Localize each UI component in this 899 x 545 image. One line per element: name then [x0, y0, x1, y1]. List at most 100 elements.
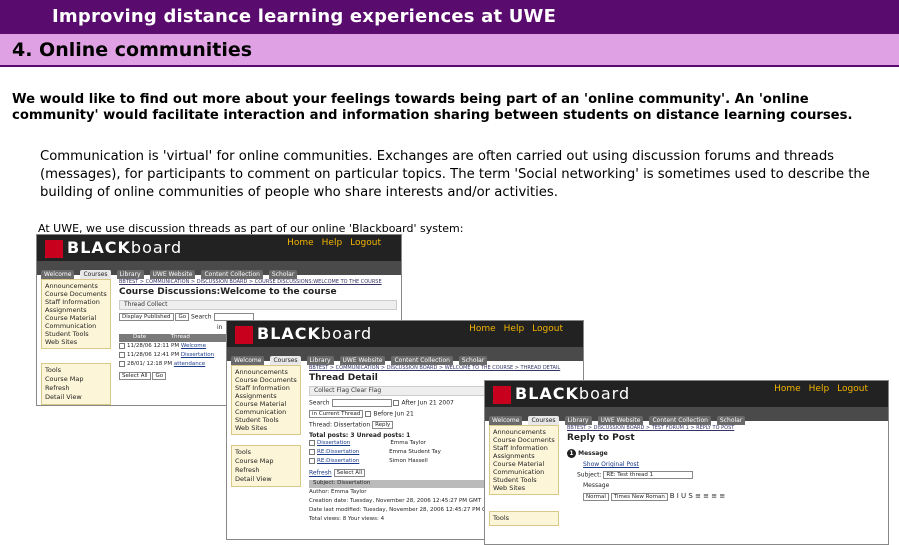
menu-course-documents[interactable]: Course Documents: [493, 436, 555, 444]
menu-announcements[interactable]: Announcements: [235, 368, 297, 376]
menu-announcements[interactable]: Announcements: [493, 428, 555, 436]
bb-main: BBTEST > DISCUSSION BOARD > TEST FORUM 1…: [567, 425, 884, 501]
tab-content-collection[interactable]: Content Collection: [649, 416, 711, 425]
course-map-link[interactable]: Course Map: [235, 457, 297, 466]
menu-student-tools[interactable]: Student Tools: [235, 416, 297, 424]
menu-course-material[interactable]: Course Material: [493, 460, 555, 468]
menu-course-material[interactable]: Course Material: [45, 314, 107, 322]
refresh-link[interactable]: Refresh: [45, 384, 107, 393]
menu-student-tools[interactable]: Student Tools: [45, 330, 107, 338]
menu-course-documents[interactable]: Course Documents: [45, 290, 107, 298]
tools-label: Tools: [493, 514, 510, 522]
go-button[interactable]: Go: [175, 313, 190, 321]
subject-row: Subject: RE: Test thread 1: [567, 471, 884, 479]
bb-header: BLACKboard Home Help Logout: [485, 381, 888, 407]
menu-assignments[interactable]: Assignments: [235, 392, 297, 400]
bb-course-menu: Announcements Course Documents Staff Inf…: [231, 365, 301, 435]
format-select[interactable]: Normal: [583, 492, 609, 501]
menu-communication[interactable]: Communication: [493, 468, 555, 476]
message-label: Message: [583, 482, 610, 489]
reply-button[interactable]: Reply: [372, 421, 394, 429]
tab-uwe-website[interactable]: UWE Website: [149, 270, 196, 279]
bb-tabs: Welcome Courses Library UWE Website Content …: [485, 407, 888, 425]
menu-staff-information[interactable]: Staff Information: [235, 384, 297, 392]
bb-logo: BLACKboard: [45, 238, 182, 258]
bb-header: BLACKboard Home Help Logout: [227, 321, 583, 347]
after-filter[interactable]: After Jun 21 2007: [401, 400, 453, 407]
bb-header-links: Home Help Logout: [469, 324, 563, 334]
bb-tools-menu: Tools: [489, 511, 559, 526]
show-original-link[interactable]: Show Original Post: [567, 461, 884, 468]
before-filter[interactable]: Before Jun 21: [373, 411, 413, 418]
tab-welcome[interactable]: Welcome: [231, 356, 265, 365]
bb-course-menu: Announcements Course Documents Staff Inf…: [41, 279, 111, 349]
tab-courses[interactable]: Courses: [270, 356, 301, 365]
refresh-link[interactable]: Refresh: [235, 466, 297, 475]
tab-uwe-website[interactable]: UWE Website: [339, 356, 386, 365]
breadcrumb[interactable]: BBTEST > DISCUSSION BOARD > TEST FORUM 1…: [567, 425, 884, 431]
bb-tools-menu: Tools Course Map Refresh Detail View: [41, 363, 111, 405]
breadcrumb[interactable]: BBTEST > COMMUNICATION > DISCUSSION BOAR…: [309, 365, 579, 371]
course-map-link[interactable]: Course Map: [45, 375, 107, 384]
banner-title: Improving distance learning experiences …: [52, 6, 557, 27]
editor-toolbar: Normal Times New Roman B I U S ≡ ≡ ≡ ≡: [567, 492, 884, 501]
menu-course-material[interactable]: Course Material: [235, 400, 297, 408]
banner: Improving distance learning experiences …: [0, 0, 899, 34]
page-title: Reply to Post: [567, 433, 635, 443]
search-label: Search: [191, 313, 212, 321]
bb-tabs: Welcome Courses Library UWE Website Content …: [37, 261, 401, 279]
bb-course-menu: Announcements Course Documents Staff Inf…: [489, 425, 559, 495]
go-button-2[interactable]: Go: [152, 372, 167, 380]
bb-header-links: Home Help Logout: [774, 384, 868, 394]
tab-uwe-website[interactable]: UWE Website: [597, 416, 644, 425]
menu-course-documents[interactable]: Course Documents: [235, 376, 297, 384]
menu-staff-information[interactable]: Staff Information: [493, 444, 555, 452]
blackboard-screenshot-3: BLACKboard Home Help Logout Welcome Courses…: [484, 380, 889, 545]
bb-logo: BLACKboard: [493, 384, 630, 404]
tab-welcome[interactable]: Welcome: [41, 270, 75, 279]
bb-tools-menu: Tools Course Map Refresh Detail View: [231, 445, 301, 487]
detail-view-link[interactable]: Detail View: [235, 475, 297, 484]
tab-content-collection[interactable]: Content Collection: [201, 270, 263, 279]
section-header: 4. Online communities: [0, 34, 899, 67]
tab-welcome[interactable]: Welcome: [489, 416, 523, 425]
bb-tabs: Welcome Courses Library UWE Website Content …: [227, 347, 583, 365]
menu-student-tools[interactable]: Student Tools: [493, 476, 555, 484]
tab-scholar[interactable]: Scholar: [268, 270, 298, 279]
tab-scholar[interactable]: Scholar: [458, 356, 488, 365]
menu-communication[interactable]: Communication: [235, 408, 297, 416]
menu-assignments[interactable]: Assignments: [45, 306, 107, 314]
tools-label: Tools: [235, 448, 252, 456]
tab-courses[interactable]: Courses: [528, 416, 559, 425]
select-all-select[interactable]: Select All: [119, 372, 151, 380]
tab-library[interactable]: Library: [116, 270, 144, 279]
menu-assignments[interactable]: Assignments: [493, 452, 555, 460]
select-all-select[interactable]: Select All: [333, 469, 366, 477]
menu-communication[interactable]: Communication: [45, 322, 107, 330]
intro-text: We would like to find out more about you…: [12, 92, 853, 123]
menu-web-sites[interactable]: Web Sites: [235, 424, 297, 432]
menu-web-sites[interactable]: Web Sites: [493, 484, 555, 492]
section-title: 4. Online communities: [12, 39, 253, 61]
bb-header-links: Home Help Logout: [287, 238, 381, 248]
menu-web-sites[interactable]: Web Sites: [45, 338, 107, 346]
detail-view-link[interactable]: Detail View: [45, 393, 107, 402]
page-title: Course Discussions:Welcome to the course: [119, 287, 337, 297]
tab-scholar[interactable]: Scholar: [716, 416, 746, 425]
tab-library[interactable]: Library: [564, 416, 592, 425]
action-bar[interactable]: Thread Collect: [119, 300, 397, 310]
refresh-button[interactable]: Refresh: [309, 470, 332, 477]
scope-select[interactable]: in Current Thread: [309, 410, 364, 418]
display-select[interactable]: Display Published: [119, 313, 174, 321]
bb-header: BLACKboard Home Help Logout: [37, 235, 401, 261]
tab-content-collection[interactable]: Content Collection: [391, 356, 453, 365]
body-text: Communication is 'virtual' for online co…: [40, 149, 870, 200]
breadcrumb[interactable]: BBTEST > COMMUNICATION > DISCUSSION BOAR…: [119, 279, 397, 285]
subject-input[interactable]: RE: Test thread 1: [603, 471, 694, 479]
menu-staff-information[interactable]: Staff Information: [45, 298, 107, 306]
tab-library[interactable]: Library: [306, 356, 334, 365]
menu-announcements[interactable]: Announcements: [45, 282, 107, 290]
search-input[interactable]: [331, 399, 392, 407]
tab-courses[interactable]: Courses: [80, 270, 111, 279]
font-select[interactable]: Times New Roman: [610, 492, 668, 501]
